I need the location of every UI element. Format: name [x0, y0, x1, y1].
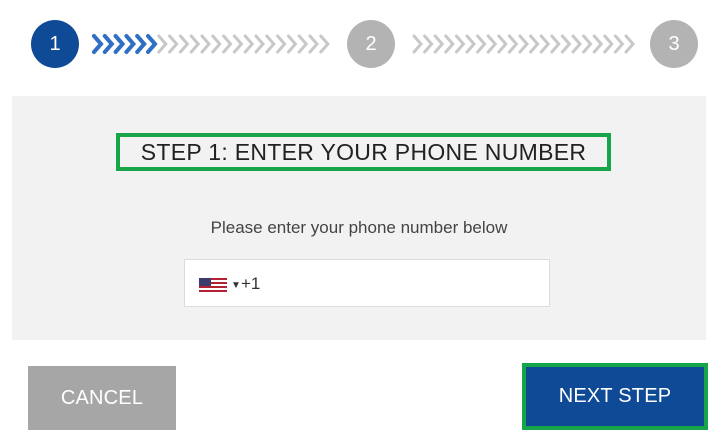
chevron-icon — [92, 34, 104, 54]
chevron-icon — [276, 34, 287, 54]
chevron-icon — [476, 34, 487, 54]
chevron-icon — [603, 34, 614, 54]
chevron-icon — [412, 34, 423, 54]
step-1-indicator: 1 — [31, 20, 79, 68]
chevron-icon — [265, 34, 276, 54]
progress-stepper: 1 2 3 — [0, 0, 718, 90]
chevron-icon — [232, 34, 244, 54]
chevron-icon — [200, 34, 211, 54]
chevron-icon — [529, 34, 540, 54]
chevron-icon — [550, 34, 561, 54]
phone-number-input[interactable]: ▼ +1 — [184, 259, 550, 307]
step-title: STEP 1: ENTER YOUR PHONE NUMBER — [116, 133, 611, 171]
chevron-icon — [178, 34, 190, 54]
chevron-icon — [624, 34, 635, 54]
step-3-indicator: 3 — [650, 20, 698, 68]
chevron-icon — [319, 34, 330, 54]
chevron-icon — [113, 34, 126, 54]
chevron-icon — [465, 34, 476, 54]
chevron-icon — [211, 34, 222, 54]
chevron-icon — [582, 34, 593, 54]
chevron-icon — [254, 34, 265, 54]
chevron-icon — [124, 34, 137, 54]
step-2-to-3-progress-chevrons — [410, 30, 640, 58]
dial-code: +1 — [241, 274, 261, 293]
chevron-icon — [189, 34, 201, 54]
chevron-icon — [146, 34, 158, 54]
chevron-icon — [444, 34, 455, 54]
chevron-icon — [297, 34, 309, 54]
cancel-button[interactable]: CANCEL — [28, 366, 176, 430]
chevron-icon — [433, 34, 445, 54]
chevron-icon — [243, 34, 255, 54]
chevron-icon — [454, 34, 466, 54]
chevron-icon — [286, 34, 298, 54]
us-flag-icon[interactable] — [199, 278, 227, 292]
chevron-icon — [222, 34, 233, 54]
chevron-icon — [539, 34, 551, 54]
chevron-icon — [157, 34, 168, 54]
step-2-indicator: 2 — [347, 20, 395, 68]
chevron-icon — [135, 34, 147, 54]
chevron-icon — [423, 34, 434, 54]
phone-entry-card: STEP 1: ENTER YOUR PHONE NUMBER Please e… — [12, 96, 706, 340]
step-1-to-2-progress-chevrons — [90, 30, 330, 58]
chevron-icon — [571, 34, 582, 54]
chevron-icon — [497, 34, 508, 54]
chevron-icon — [168, 34, 179, 54]
chevron-icon — [518, 34, 529, 54]
chevron-icon — [507, 34, 519, 54]
chevron-icon — [613, 34, 625, 54]
chevron-icon — [102, 34, 115, 54]
country-dropdown-caret-icon[interactable]: ▼ — [231, 280, 241, 291]
next-step-button[interactable]: NEXT STEP — [522, 363, 708, 430]
phone-instructions: Please enter your phone number below — [210, 218, 508, 237]
chevron-icon — [308, 34, 319, 54]
chevron-icon — [592, 34, 604, 54]
chevron-icon — [560, 34, 572, 54]
chevron-icon — [486, 34, 498, 54]
